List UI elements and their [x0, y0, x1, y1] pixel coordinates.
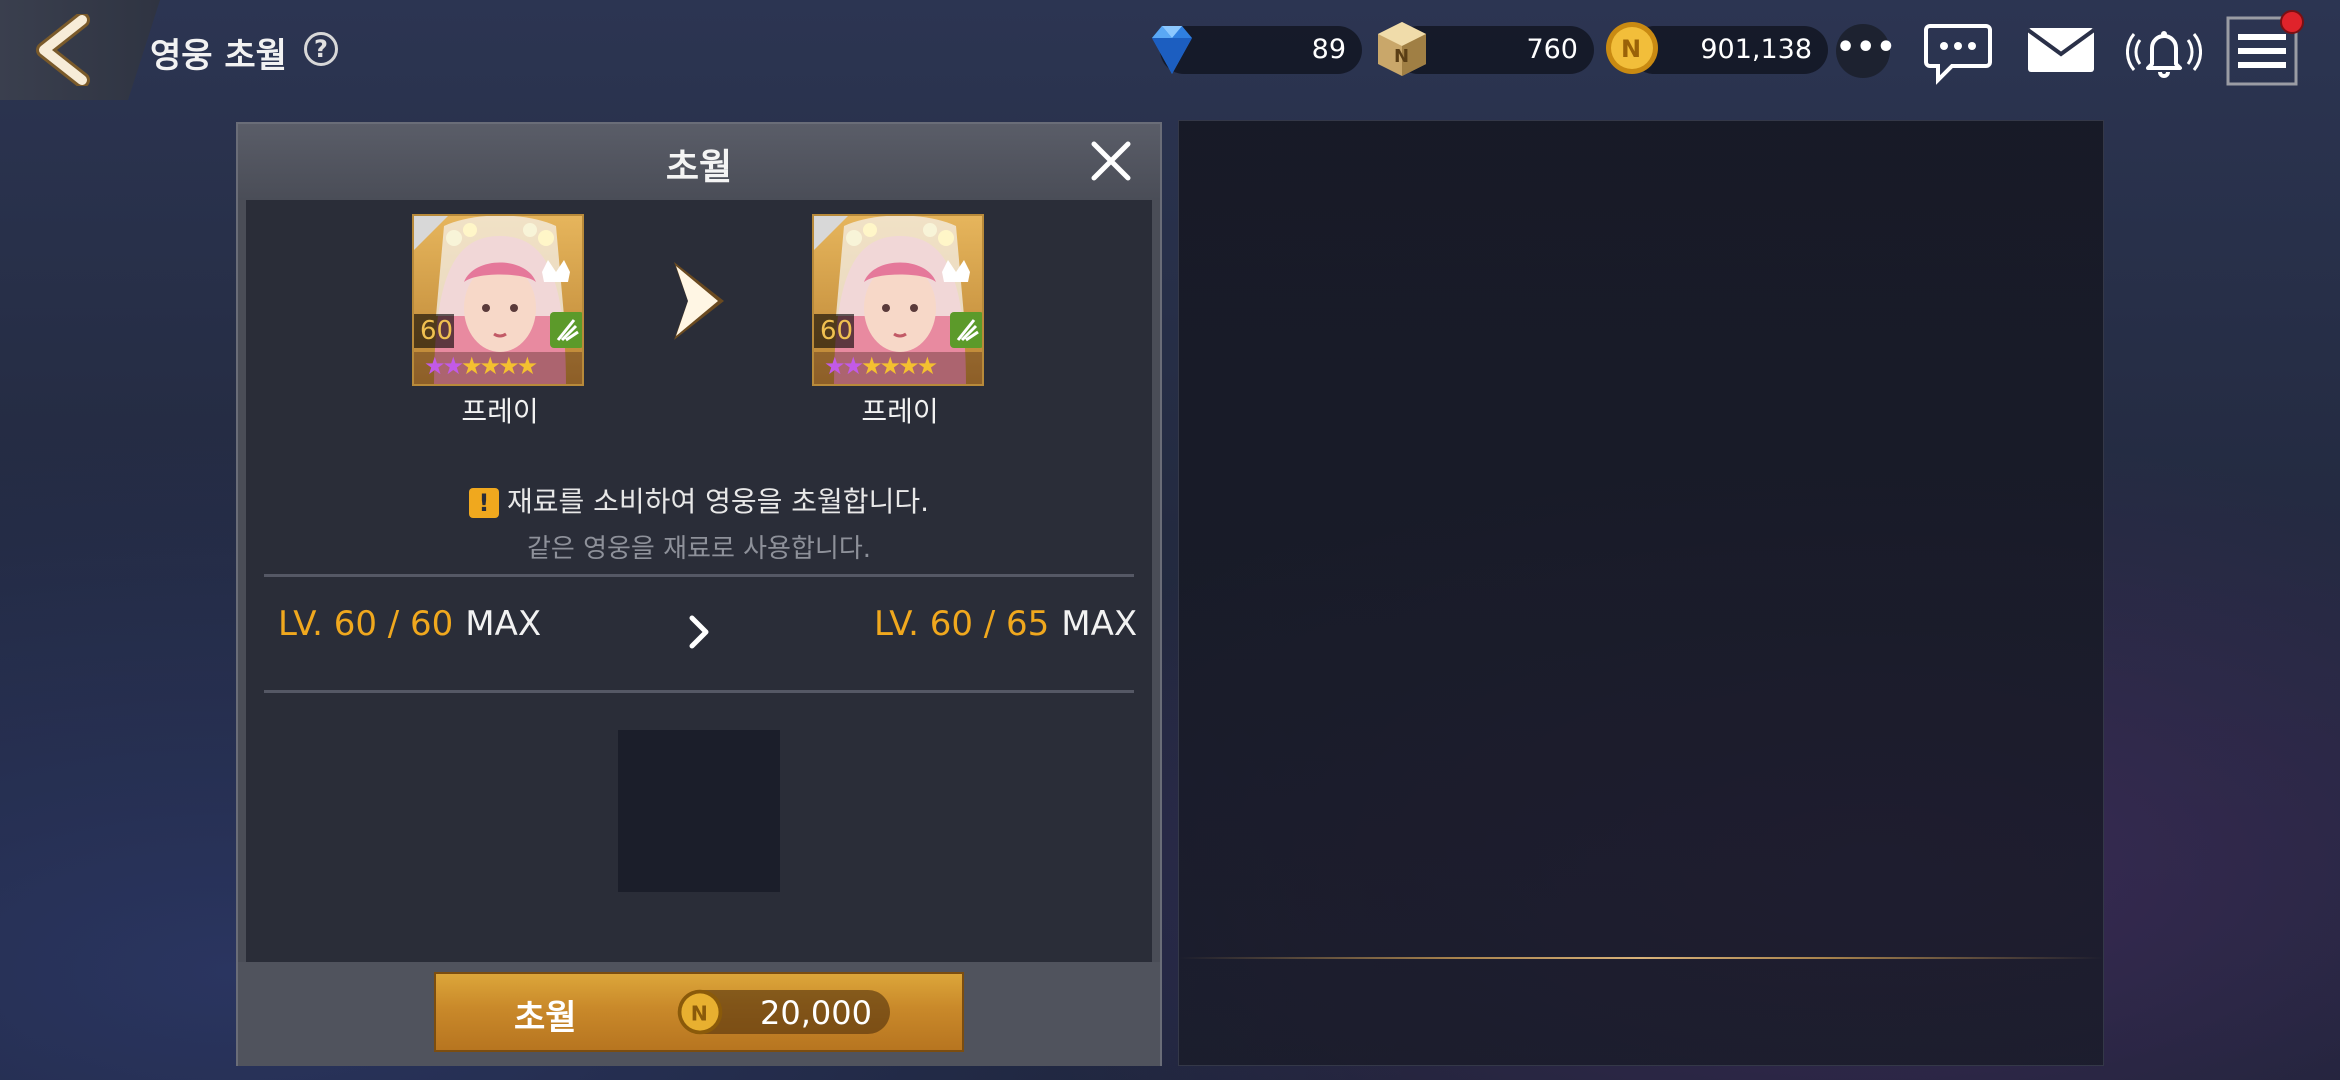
- back-button[interactable]: [30, 12, 110, 88]
- more-dots-icon[interactable]: •••: [1836, 24, 1896, 78]
- chat-bubble-icon[interactable]: [1922, 20, 1994, 86]
- notice-sub-text: 같은 영웅을 재료로 사용합니다.: [526, 534, 872, 564]
- gold-coin-icon: N: [677, 989, 723, 1035]
- dialog-title: 초월: [665, 147, 733, 188]
- level-after-max: MAX: [1061, 604, 1138, 644]
- gold-coin-icon: N: [1606, 22, 1658, 74]
- level-before-value: LV. 60 / 60: [278, 604, 454, 644]
- level-after: LV. 60 / 65 MAX: [874, 604, 1137, 644]
- page-title: 영웅 초월: [150, 36, 287, 76]
- svg-text:N: N: [1621, 35, 1641, 63]
- svg-text:N: N: [691, 1001, 708, 1025]
- bell-icon[interactable]: [2126, 18, 2202, 82]
- material-slot[interactable]: [618, 730, 780, 892]
- divider: [264, 574, 1134, 577]
- preview-panel: [1178, 120, 2104, 1066]
- close-icon: [1091, 141, 1131, 181]
- transcend-arrow-icon: [674, 262, 724, 340]
- transcend-cost: 20,000: [760, 994, 872, 1032]
- close-button[interactable]: [1086, 136, 1136, 186]
- hero-card-after[interactable]: 60 ★★★★★★: [812, 214, 984, 386]
- notification-dot: [2280, 10, 2304, 34]
- level-before-max: MAX: [465, 604, 542, 644]
- level-after-value: LV. 60 / 65: [874, 604, 1050, 644]
- mail-icon[interactable]: [2026, 26, 2096, 74]
- cost-pill: N 20,000: [677, 989, 890, 1035]
- dialog-header: 초월: [238, 124, 1160, 200]
- hero-level: 60: [420, 316, 454, 346]
- back-arrow-icon: [36, 12, 90, 88]
- hero-name-before: 프레이: [461, 395, 539, 428]
- hero-level: 60: [820, 316, 854, 346]
- hero-card-before[interactable]: 60 ★★★★★★: [412, 214, 584, 386]
- notice-main-text: 재료를 소비하여 영웅을 초월합니다.: [506, 485, 929, 518]
- notice-main-row: ! 재료를 소비하여 영웅을 초월합니다.: [236, 480, 1162, 520]
- warning-icon: !: [468, 488, 499, 518]
- svg-text:N: N: [1394, 46, 1409, 67]
- divider: [264, 690, 1134, 693]
- hero-name-after: 프레이: [861, 395, 939, 428]
- transcend-button[interactable]: 초월 N 20,000: [434, 972, 964, 1052]
- diamond-icon: [1152, 26, 1192, 74]
- level-before: LV. 60 / 60 MAX: [278, 604, 541, 644]
- help-icon[interactable]: ?: [304, 32, 338, 66]
- transcend-button-label: 초월: [514, 998, 577, 1038]
- star-rating: ★★★★★★: [424, 352, 538, 380]
- chevron-right-icon: [689, 615, 709, 649]
- cube-icon: N: [1378, 22, 1426, 76]
- star-rating: ★★★★★★: [824, 352, 938, 380]
- gold-divider-line: [1179, 957, 2103, 959]
